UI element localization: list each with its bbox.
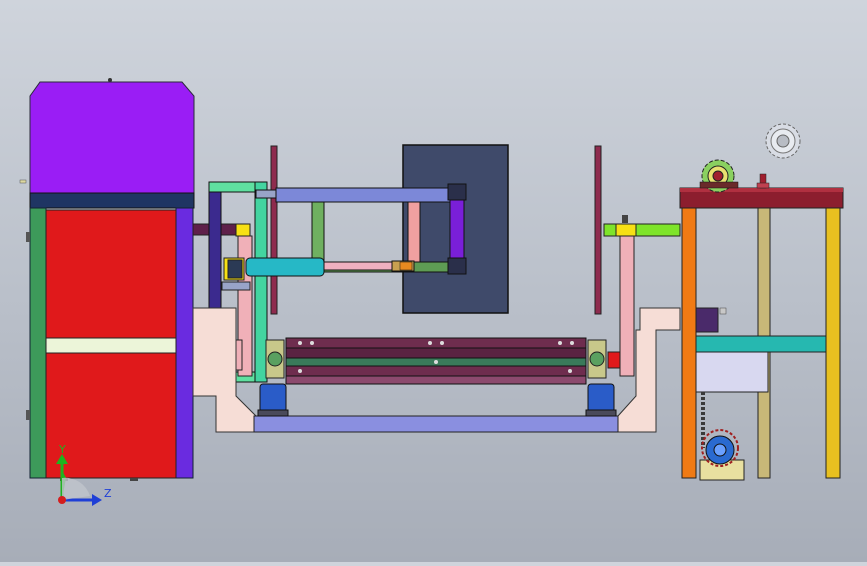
left-disc-plate bbox=[270, 145, 278, 315]
pneumatic-cylinder bbox=[245, 257, 415, 277]
cabinet-left-post bbox=[29, 207, 47, 479]
roller-bundle bbox=[285, 337, 587, 385]
left-bearing bbox=[257, 383, 289, 417]
drive-sprocket bbox=[699, 159, 739, 193]
cabinet-top-rail bbox=[29, 192, 195, 209]
z-axis-label: Z bbox=[104, 487, 112, 500]
cabinet-top-hood bbox=[29, 81, 195, 194]
y-axis-label: Y bbox=[58, 443, 66, 456]
machine-drawing: Y Z bbox=[19, 78, 844, 506]
triad-origin bbox=[58, 496, 66, 504]
cabinet-upper-door bbox=[45, 209, 177, 339]
cabinet-right-post bbox=[175, 207, 194, 479]
left-roller-gear bbox=[265, 339, 285, 379]
tension-screw bbox=[756, 173, 770, 189]
cad-viewport[interactable]: Y Z bbox=[0, 0, 867, 562]
right-disc-plate bbox=[594, 145, 602, 315]
left-cabinet bbox=[19, 78, 195, 481]
cabinet-lower-door bbox=[45, 352, 177, 479]
floating-sprocket bbox=[765, 123, 801, 159]
right-roller-gear bbox=[587, 339, 621, 379]
right-bearing bbox=[585, 383, 617, 417]
cabinet-middle-band bbox=[45, 337, 177, 354]
right-drive-frame bbox=[679, 187, 844, 481]
